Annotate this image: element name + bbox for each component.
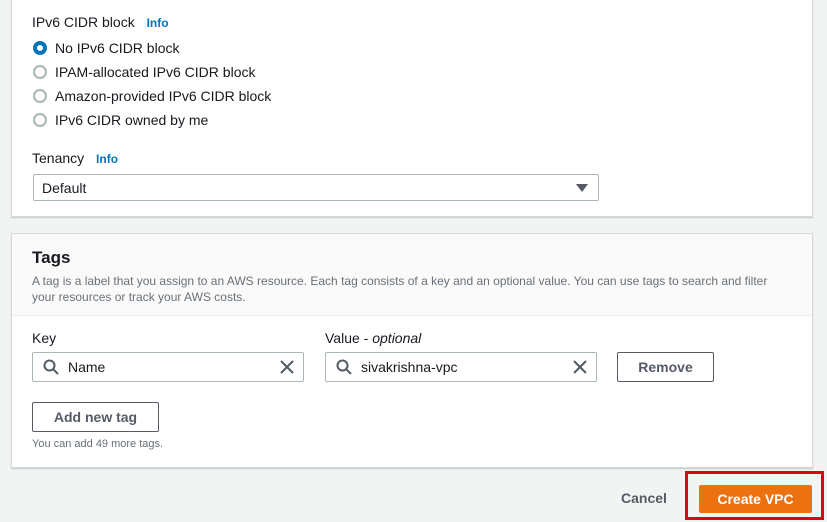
tags-header: Tags A tag is a label that you assign to… (12, 234, 812, 316)
tenancy-heading: Tenancy Info (32, 150, 118, 166)
tags-remaining-hint: You can add 49 more tags. (32, 438, 164, 450)
key-label: Key (32, 330, 57, 346)
create-vpc-button[interactable]: Create VPC (699, 485, 812, 513)
radio-amazon-provided[interactable]: Amazon-provided IPv6 CIDR block (33, 87, 271, 105)
radio-label: Amazon-provided IPv6 CIDR block (55, 88, 272, 104)
ipv6-cidr-heading: IPv6 CIDR block Info (32, 14, 169, 30)
tag-key-value: Name (68, 359, 106, 375)
tenancy-select-value: Default (42, 179, 87, 196)
value-label-text: Value (325, 330, 360, 346)
add-new-tag-button[interactable]: Add new tag (32, 402, 159, 432)
tags-description: A tag is a label that you assign to an A… (32, 274, 768, 304)
value-label: Value - optional (325, 330, 422, 346)
search-icon (336, 359, 352, 375)
radio-button[interactable] (33, 113, 47, 127)
radio-label: No IPv6 CIDR block (55, 40, 180, 56)
ipv6-cidr-label: IPv6 CIDR block (32, 14, 135, 30)
radio-label: IPv6 CIDR owned by me (55, 112, 209, 128)
radio-no-ipv6[interactable]: No IPv6 CIDR block (33, 39, 179, 57)
ipv6-info-link[interactable]: Info (147, 16, 169, 30)
tenancy-info-link[interactable]: Info (96, 152, 118, 166)
tenancy-label: Tenancy (32, 150, 85, 166)
tags-title: Tags (32, 248, 71, 267)
caret-down-icon (576, 184, 588, 192)
radio-button[interactable] (33, 89, 47, 103)
radio-ipam-allocated[interactable]: IPAM-allocated IPv6 CIDR block (33, 63, 255, 81)
vpc-settings-panel: IPv6 CIDR block Info No IPv6 CIDR block … (11, 0, 813, 217)
highlight-box: Create VPC (685, 471, 824, 520)
tag-key-input[interactable]: Name (32, 352, 304, 382)
clear-icon[interactable] (573, 360, 587, 374)
tag-value-input[interactable]: sivakrishna-vpc (325, 352, 597, 382)
value-optional-text: optional (372, 330, 422, 346)
radio-owned-by-me[interactable]: IPv6 CIDR owned by me (33, 111, 208, 129)
radio-button[interactable] (33, 65, 47, 79)
tag-value-value: sivakrishna-vpc (361, 359, 458, 375)
tenancy-select[interactable]: Default (33, 174, 599, 201)
remove-tag-button[interactable]: Remove (617, 352, 714, 382)
search-icon (43, 359, 59, 375)
cancel-button[interactable]: Cancel (621, 490, 667, 506)
clear-icon[interactable] (280, 360, 294, 374)
radio-label: IPAM-allocated IPv6 CIDR block (55, 64, 256, 80)
tags-panel: Tags A tag is a label that you assign to… (11, 233, 813, 468)
radio-button-checked[interactable] (33, 41, 47, 55)
